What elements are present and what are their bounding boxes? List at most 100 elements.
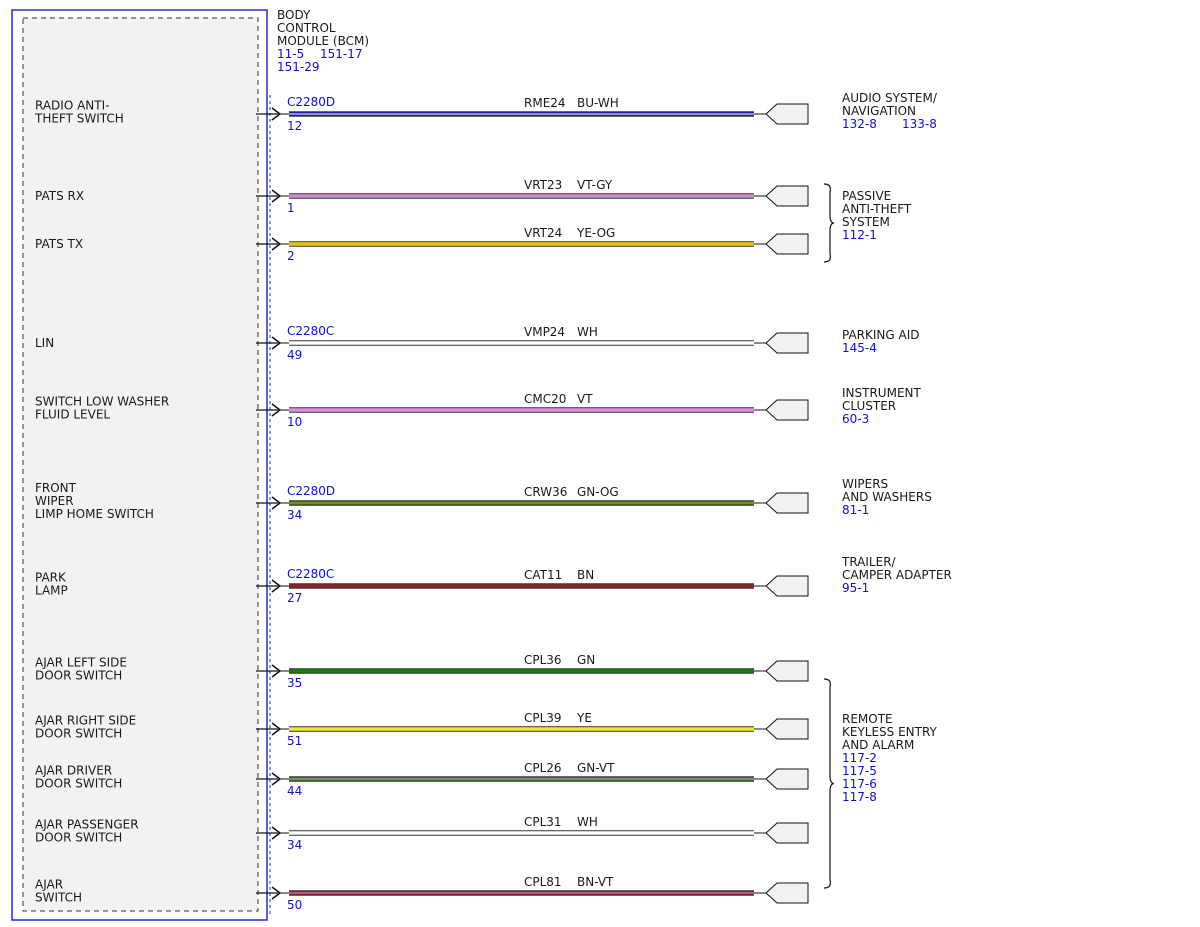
connector-icon xyxy=(765,492,809,514)
pin-function-label: DOOR SWITCH xyxy=(35,831,122,845)
pin-function-label: AJAR RIGHT SIDE xyxy=(35,714,136,728)
destination-ref[interactable]: 112-1 xyxy=(842,228,877,242)
pin-function-label: DOOR SWITCH xyxy=(35,777,122,791)
destination-ref[interactable]: 117-6 xyxy=(842,777,877,791)
module-title-line: BODY xyxy=(277,8,311,22)
module-title-line: CONTROL xyxy=(277,21,336,35)
pin-function-label: DOOR SWITCH xyxy=(35,727,122,741)
pin-function-label: LAMP xyxy=(35,584,68,598)
pin-number: 34 xyxy=(287,838,302,852)
pin-function-label: LIMP HOME SWITCH xyxy=(35,507,154,521)
wire-color-code: WH xyxy=(577,325,598,339)
pin-function-label: LIN xyxy=(35,336,54,350)
connector-icon xyxy=(765,768,809,790)
pin-function-label: PATS RX xyxy=(35,189,84,203)
circuit-id: CPL81 xyxy=(524,875,562,889)
destination-label: AND ALARM xyxy=(842,738,914,752)
circuit-id: CPL36 xyxy=(524,653,562,667)
destination-label: NAVIGATION xyxy=(842,104,916,118)
module-title: BODY CONTROL MODULE (BCM) 11-5 151-17 15… xyxy=(277,8,369,74)
circuit-id: CPL31 xyxy=(524,815,562,829)
connector-icon xyxy=(765,882,809,904)
group-brace xyxy=(823,183,835,263)
module-title-line: MODULE (BCM) xyxy=(277,34,369,48)
connector-icon xyxy=(765,399,809,421)
circuit-id: CPL39 xyxy=(524,711,562,725)
destination-layer: AUDIO SYSTEM/NAVIGATION132-8 133-8 PASSIVE… xyxy=(823,91,952,889)
pin-function-label: SWITCH xyxy=(35,891,82,905)
wire-color-code: BN-VT xyxy=(577,875,614,889)
destination-label: INSTRUMENT xyxy=(842,386,921,400)
pin-number: 12 xyxy=(287,119,302,133)
destination-ref[interactable]: 132-8 xyxy=(842,117,877,131)
destination-ref[interactable]: 95-1 xyxy=(842,581,869,595)
destination-ref[interactable]: 117-5 xyxy=(842,764,877,778)
destination-label: WIPERS xyxy=(842,477,888,491)
wire-color-code: BU-WH xyxy=(577,96,619,110)
wiring-diagram: BODY CONTROL MODULE (BCM) 11-5 151-17 15… xyxy=(11,8,952,921)
pin-function-label: AJAR xyxy=(35,878,63,892)
destination-label: CLUSTER xyxy=(842,399,896,413)
pin-number: 34 xyxy=(287,508,302,522)
destination-ref[interactable]: 133-8 xyxy=(902,117,937,131)
connector-id[interactable]: C2280C xyxy=(287,567,334,581)
pin-function-label: AJAR DRIVER xyxy=(35,764,112,778)
connector-icon xyxy=(765,103,809,125)
connector-id[interactable]: C2280D xyxy=(287,484,335,498)
destination-label: PARKING AID xyxy=(842,328,920,342)
wire-color-code: YE xyxy=(576,711,592,725)
destination-ref[interactable]: 81-1 xyxy=(842,503,869,517)
circuit-id: VMP24 xyxy=(524,325,565,339)
connector-icon xyxy=(765,332,809,354)
destination-label: AUDIO SYSTEM/ xyxy=(842,91,938,105)
connector-icon xyxy=(765,185,809,207)
module-ref[interactable]: 11-5 xyxy=(277,47,304,61)
wire-color-code: VT xyxy=(577,392,593,406)
destination-block: AUDIO SYSTEM/NAVIGATION132-8 133-8 xyxy=(842,91,938,131)
wire-color-code: GN-VT xyxy=(577,761,615,775)
pin-number: 44 xyxy=(287,784,302,798)
connector-id[interactable]: C2280D xyxy=(287,95,335,109)
destination-ref[interactable]: 117-8 xyxy=(842,790,877,804)
connector-id[interactable]: C2280C xyxy=(287,324,334,338)
destination-label: REMOTE xyxy=(842,712,893,726)
circuit-id: CMC20 xyxy=(524,392,566,406)
pin-function-label: THEFT SWITCH xyxy=(34,112,124,126)
pin-function-label: AJAR PASSENGER xyxy=(35,818,139,832)
wire-color-code: YE-OG xyxy=(576,226,615,240)
pin-function-label: PATS TX xyxy=(35,237,83,251)
wire-color-code: WH xyxy=(577,815,598,829)
destination-block: TRAILER/CAMPER ADAPTER95-1 xyxy=(841,555,952,595)
destination-label: CAMPER ADAPTER xyxy=(842,568,952,582)
pin-number: 49 xyxy=(287,348,302,362)
wire-color-code: GN-OG xyxy=(577,485,619,499)
destination-block: PARKING AID145-4 xyxy=(842,328,920,355)
pin-function-label: AJAR LEFT SIDE xyxy=(35,656,127,670)
destination-label: AND WASHERS xyxy=(842,490,932,504)
circuit-id: CPL26 xyxy=(524,761,562,775)
circuit-id: CRW36 xyxy=(524,485,567,499)
pin-function-label: PARK xyxy=(35,571,67,585)
wire-color-code: BN xyxy=(577,568,594,582)
destination-label: ANTI-THEFT xyxy=(842,202,912,216)
destination-label: TRAILER/ xyxy=(841,555,897,569)
destination-ref[interactable]: 145-4 xyxy=(842,341,877,355)
destination-label: PASSIVE xyxy=(842,189,891,203)
destination-ref[interactable]: 117-2 xyxy=(842,751,877,765)
module-ref[interactable]: 151-17 xyxy=(320,47,363,61)
destination-label: SYSTEM xyxy=(842,215,890,229)
connector-icon xyxy=(765,575,809,597)
module-ref[interactable]: 151-29 xyxy=(277,60,320,74)
connector-icon xyxy=(765,233,809,255)
destination-ref[interactable]: 60-3 xyxy=(842,412,869,426)
pin-number: 10 xyxy=(287,415,302,429)
pin-function-label: FRONT xyxy=(35,481,77,495)
destination-block: PASSIVEANTI-THEFTSYSTEM112-1 xyxy=(823,183,912,263)
pin-number: 2 xyxy=(287,249,295,263)
pin-number: 27 xyxy=(287,591,302,605)
destination-block: REMOTEKEYLESS ENTRYAND ALARM117-2117-511… xyxy=(823,678,938,889)
circuit-id: VRT23 xyxy=(524,178,562,192)
pin-number: 50 xyxy=(287,898,302,912)
circuit-id: VRT24 xyxy=(524,226,562,240)
destination-label: KEYLESS ENTRY xyxy=(842,725,938,739)
